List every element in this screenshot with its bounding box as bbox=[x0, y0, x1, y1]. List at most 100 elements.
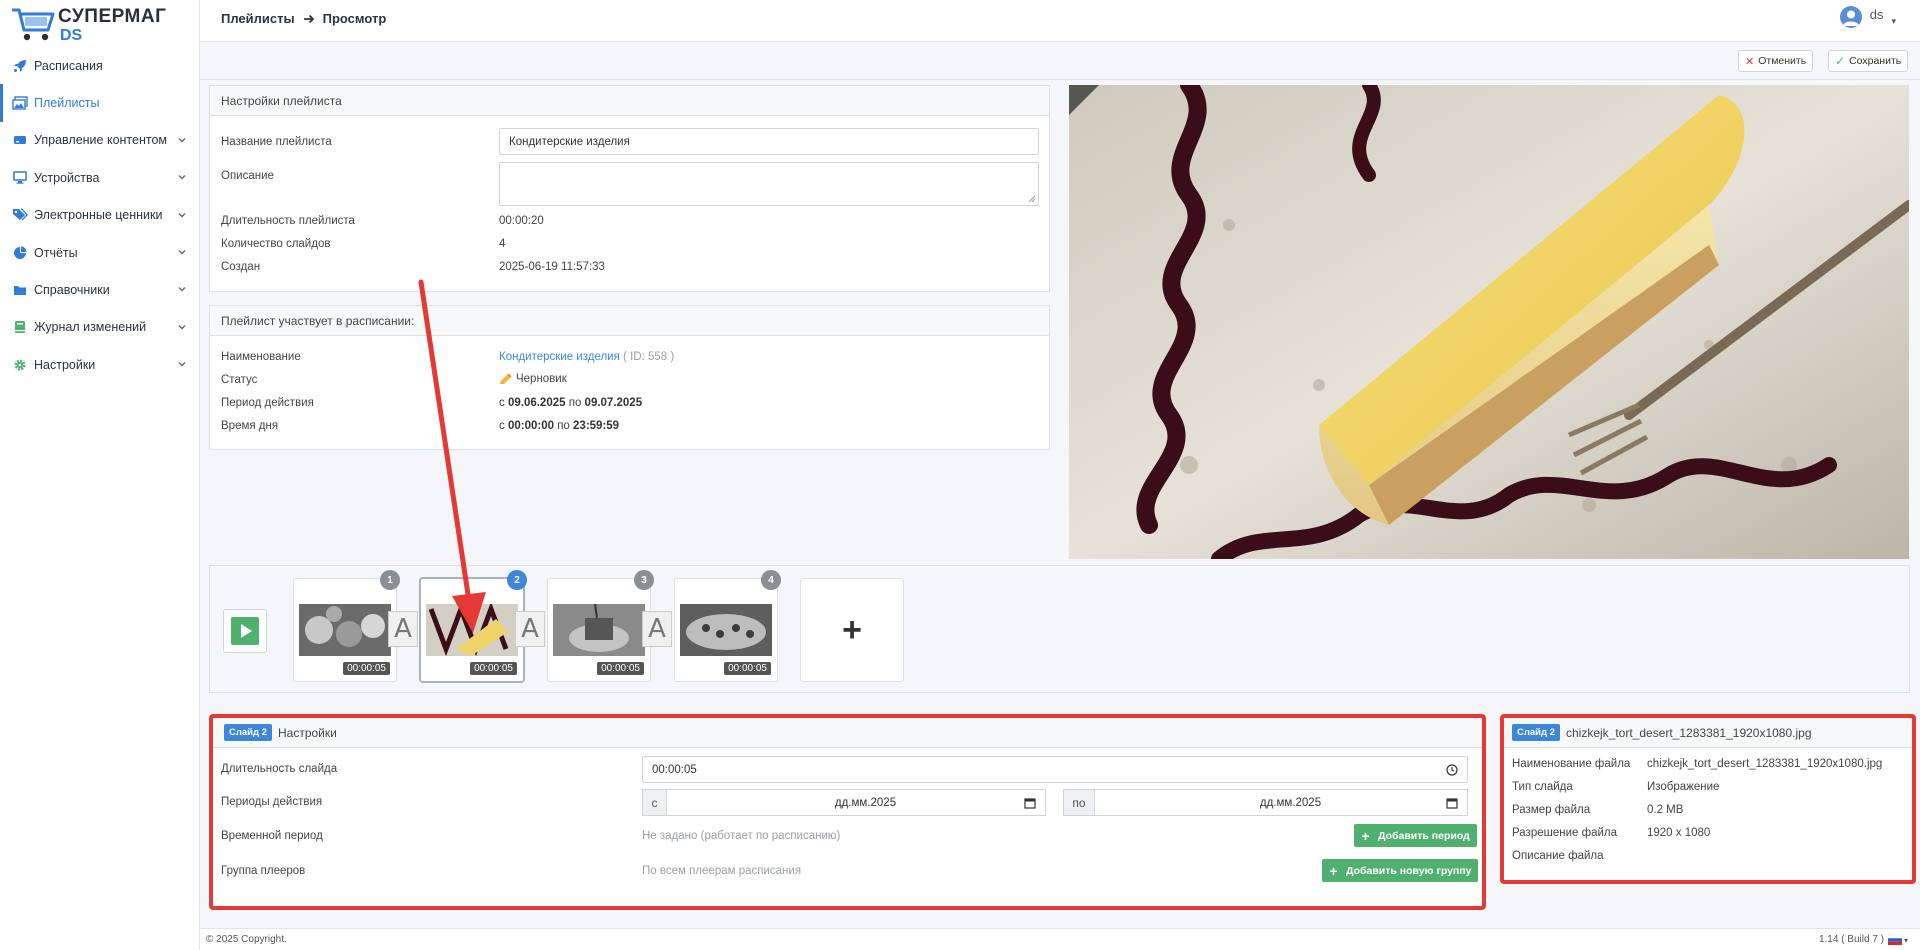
resolution-label: Разрешение файла bbox=[1512, 827, 1617, 839]
flag-ru-icon bbox=[1887, 935, 1902, 945]
playlist-name-input[interactable]: Кондитерские изделия bbox=[499, 128, 1039, 155]
period-label: Период действия bbox=[221, 397, 314, 409]
play-icon bbox=[231, 617, 259, 645]
sidebar-item-schedules[interactable]: Расписания bbox=[0, 47, 200, 84]
sidebar-item-devices[interactable]: Устройства bbox=[0, 159, 200, 196]
slide-duration: 00:00:05 bbox=[343, 662, 390, 675]
sidebar-item-playlists[interactable]: Плейлисты bbox=[0, 84, 200, 122]
add-period-button[interactable]: + Добавить период bbox=[1354, 824, 1477, 847]
caret-down-icon: ▾ bbox=[1891, 15, 1896, 26]
filename-value: chizkejk_tort_desert_1283381_1920x1080.j… bbox=[1647, 758, 1883, 770]
breadcrumb-playlists[interactable]: Плейлисты bbox=[221, 11, 295, 26]
add-slide-button[interactable]: + bbox=[800, 578, 904, 682]
description-label: Описание bbox=[221, 170, 274, 182]
slide-card-4[interactable]: 00:00:05 4 bbox=[674, 570, 781, 682]
pencil-icon bbox=[500, 373, 512, 384]
schedule-link[interactable]: Кондитерские изделия bbox=[499, 351, 620, 363]
copyright: © 2025 Copyright. bbox=[206, 934, 287, 945]
sidebar-item-settings[interactable]: Настройки bbox=[0, 346, 200, 383]
resize-handle-icon bbox=[1028, 195, 1036, 203]
created-value: 2025-06-19 11:57:33 bbox=[499, 261, 605, 273]
slide-thumbnail bbox=[299, 604, 391, 656]
plus-icon: + bbox=[1329, 862, 1338, 879]
slide-thumbnail bbox=[680, 604, 772, 656]
period-from-input[interactable]: с дд.мм.2025 bbox=[642, 789, 1046, 816]
time-value: с 00:00:00 по 23:59:59 bbox=[499, 420, 620, 432]
filename-label: Наименование файла bbox=[1512, 758, 1631, 770]
created-label: Создан bbox=[221, 261, 261, 273]
transition-toggle[interactable]: A bbox=[642, 611, 672, 647]
sidebar: СУПЕРМАГ DS Расписания Плейлисты Управле… bbox=[0, 0, 200, 950]
file-size-value: 0.2 MB bbox=[1647, 804, 1684, 816]
clock-icon bbox=[1446, 764, 1458, 776]
slide-card-3[interactable]: 00:00:05 3 bbox=[547, 570, 654, 682]
slide-duration: 00:00:05 bbox=[597, 662, 644, 675]
schedule-panel: Плейлист участвует в расписании: Наимено… bbox=[209, 305, 1050, 450]
player-group-value: По всем плеерам расписания bbox=[642, 865, 802, 877]
slide-type-value: Изображение bbox=[1647, 781, 1720, 793]
cancel-button[interactable]: ✕ Отменить bbox=[1738, 50, 1814, 72]
file-info-panel: Слайд 2 chizkejk_tort_desert_1283381_192… bbox=[1504, 718, 1912, 880]
transition-toggle[interactable]: A bbox=[515, 611, 545, 647]
book-icon bbox=[12, 319, 28, 335]
sidebar-item-content[interactable]: Управление контентом bbox=[0, 122, 200, 159]
brand-name: СУПЕРМАГ bbox=[58, 6, 167, 27]
chevron-down-icon bbox=[178, 362, 186, 367]
slide-duration: 00:00:05 bbox=[470, 662, 517, 675]
sidebar-item-label: Настройки bbox=[34, 357, 96, 372]
app-version: 1.14 ( Build 7 ) bbox=[1818, 934, 1884, 945]
slide-thumbnail bbox=[426, 604, 518, 656]
sidebar-item-label: Управление контентом bbox=[34, 133, 167, 148]
chevron-down-icon bbox=[178, 324, 186, 330]
save-button[interactable]: ✓ Сохранить bbox=[1828, 50, 1909, 72]
panel-title: Настройки плейлиста bbox=[210, 86, 1049, 116]
sidebar-nav: Расписания Плейлисты Управление контенто… bbox=[0, 47, 200, 384]
chevron-down-icon bbox=[178, 287, 186, 292]
transition-toggle[interactable]: A bbox=[388, 611, 418, 647]
schedule-name-label: Наименование bbox=[221, 351, 301, 363]
add-group-button[interactable]: + Добавить новую группу bbox=[1322, 859, 1479, 882]
folder-icon bbox=[12, 282, 28, 298]
sidebar-item-changelog[interactable]: Журнал изменений bbox=[0, 309, 200, 346]
slide-preview-image bbox=[1069, 85, 1909, 559]
playlist-settings-panel: Настройки плейлиста Название плейлиста К… bbox=[209, 85, 1050, 292]
topbar: Плейлисты Просмотр ds ▾ bbox=[200, 0, 1920, 42]
slide-number-badge: 1 bbox=[380, 570, 400, 590]
slide-card-1[interactable]: 00:00:05 1 bbox=[293, 570, 400, 682]
slide-number-badge: 3 bbox=[634, 570, 654, 590]
file-description-label: Описание файла bbox=[1512, 850, 1604, 862]
time-period-label: Временной период bbox=[221, 830, 323, 842]
pie-chart-icon bbox=[12, 245, 28, 261]
slide-number-badge: 2 bbox=[507, 570, 527, 590]
sidebar-item-label: Плейлисты bbox=[34, 96, 100, 111]
sidebar-item-label: Электронные ценники bbox=[34, 208, 163, 223]
sidebar-item-reports[interactable]: Отчёты bbox=[0, 234, 200, 271]
chevron-down-icon bbox=[178, 249, 186, 255]
playlist-name-label: Название плейлиста bbox=[221, 136, 332, 148]
slide-settings-panel: Слайд 2 Настройки Длительность слайда 00… bbox=[213, 718, 1482, 906]
player-group-label: Группа плееров bbox=[221, 865, 306, 877]
slide-card-2[interactable]: 00:00:05 2 bbox=[420, 570, 527, 682]
duration-value: 00:00:20 bbox=[499, 215, 544, 227]
period-to-input[interactable]: по дд.мм.2025 bbox=[1063, 789, 1468, 816]
images-icon bbox=[12, 95, 28, 111]
rocket-icon bbox=[12, 58, 28, 74]
play-button[interactable] bbox=[223, 609, 267, 653]
tags-icon bbox=[12, 207, 28, 223]
language-switcher[interactable]: ▾ bbox=[1887, 935, 1908, 945]
breadcrumb-view: Просмотр bbox=[322, 11, 387, 26]
description-textarea[interactable] bbox=[499, 162, 1039, 206]
calendar-icon bbox=[1446, 797, 1458, 809]
time-period-value: Не задано (работает по расписанию) bbox=[642, 830, 841, 842]
slide-badge: Слайд 2 bbox=[1512, 724, 1560, 741]
slide-duration: 00:00:05 bbox=[724, 662, 771, 675]
gear-icon bbox=[12, 357, 28, 373]
user-name: ds bbox=[1869, 6, 1884, 22]
sidebar-item-label: Справочники bbox=[34, 283, 110, 298]
plus-icon: + bbox=[1361, 827, 1370, 844]
sidebar-item-references[interactable]: Справочники bbox=[0, 271, 200, 308]
slide-duration-input[interactable]: 00:00:05 bbox=[642, 756, 1468, 783]
user-menu[interactable]: ds ▾ bbox=[1839, 6, 1896, 28]
brand-logo[interactable]: СУПЕРМАГ DS bbox=[10, 4, 166, 44]
sidebar-item-price-tags[interactable]: Электронные ценники bbox=[0, 197, 200, 234]
